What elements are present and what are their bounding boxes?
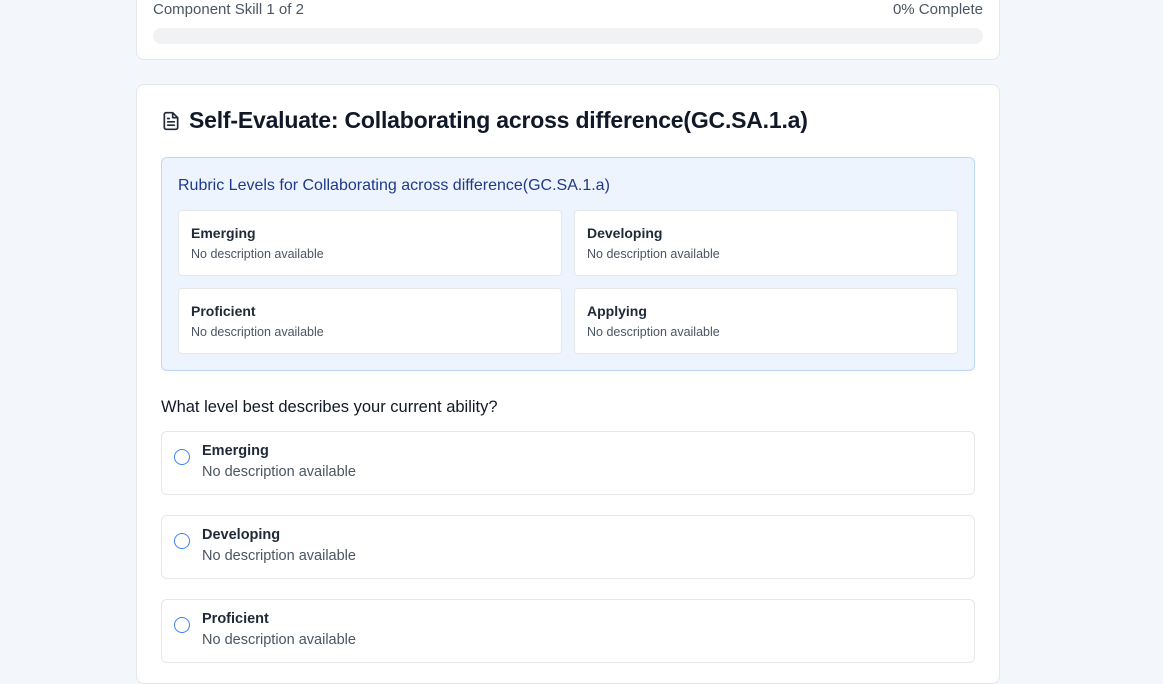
progress-card: Component Skill 1 of 2 0% Complete — [136, 0, 1000, 60]
rubric-level-name: Emerging — [191, 225, 256, 241]
option-description: No description available — [202, 548, 356, 564]
document-icon — [161, 111, 181, 131]
rubric-level-description: No description available — [587, 325, 720, 339]
option-label: Proficient — [202, 611, 269, 627]
rubric-level-emerging: Emerging No description available — [178, 210, 562, 276]
radio-button[interactable] — [174, 449, 190, 465]
progress-percent: 0% Complete — [892, 1, 983, 18]
rubric-level-developing: Developing No description available — [574, 210, 958, 276]
option-proficient[interactable]: Proficient No description available — [161, 599, 975, 663]
rubric-level-name: Developing — [587, 225, 663, 241]
progress-bar — [153, 28, 983, 44]
rubric-level-description: No description available — [191, 325, 324, 339]
option-description: No description available — [202, 464, 356, 480]
option-emerging[interactable]: Emerging No description available — [161, 431, 975, 495]
level-options: Emerging No description available Develo… — [161, 431, 975, 683]
rubric-level-name: Applying — [587, 303, 647, 319]
rubric-title: Rubric Levels for Collaborating across d… — [178, 177, 610, 194]
option-label: Developing — [202, 527, 281, 543]
option-label: Emerging — [202, 443, 269, 459]
rubric-grid: Emerging No description available Develo… — [178, 210, 958, 354]
rubric-level-description: No description available — [587, 247, 720, 261]
rubric-level-name: Proficient — [191, 303, 256, 319]
rubric-level-proficient: Proficient No description available — [178, 288, 562, 354]
page-title: Self-Evaluate: Collaborating across diff… — [189, 107, 808, 133]
radio-button[interactable] — [174, 533, 190, 549]
self-evaluation-card: Self-Evaluate: Collaborating across diff… — [136, 84, 1000, 684]
progress-header: Component Skill 1 of 2 0% Complete — [153, 1, 983, 18]
evaluation-header: Self-Evaluate: Collaborating across diff… — [161, 107, 808, 134]
rubric-level-applying: Applying No description available — [574, 288, 958, 354]
option-developing[interactable]: Developing No description available — [161, 515, 975, 579]
question-prompt: What level best describes your current a… — [161, 398, 498, 416]
progress-label: Component Skill 1 of 2 — [153, 1, 304, 18]
option-description: No description available — [202, 632, 356, 648]
rubric-level-description: No description available — [191, 247, 324, 261]
rubric-levels-panel: Rubric Levels for Collaborating across d… — [161, 157, 975, 371]
